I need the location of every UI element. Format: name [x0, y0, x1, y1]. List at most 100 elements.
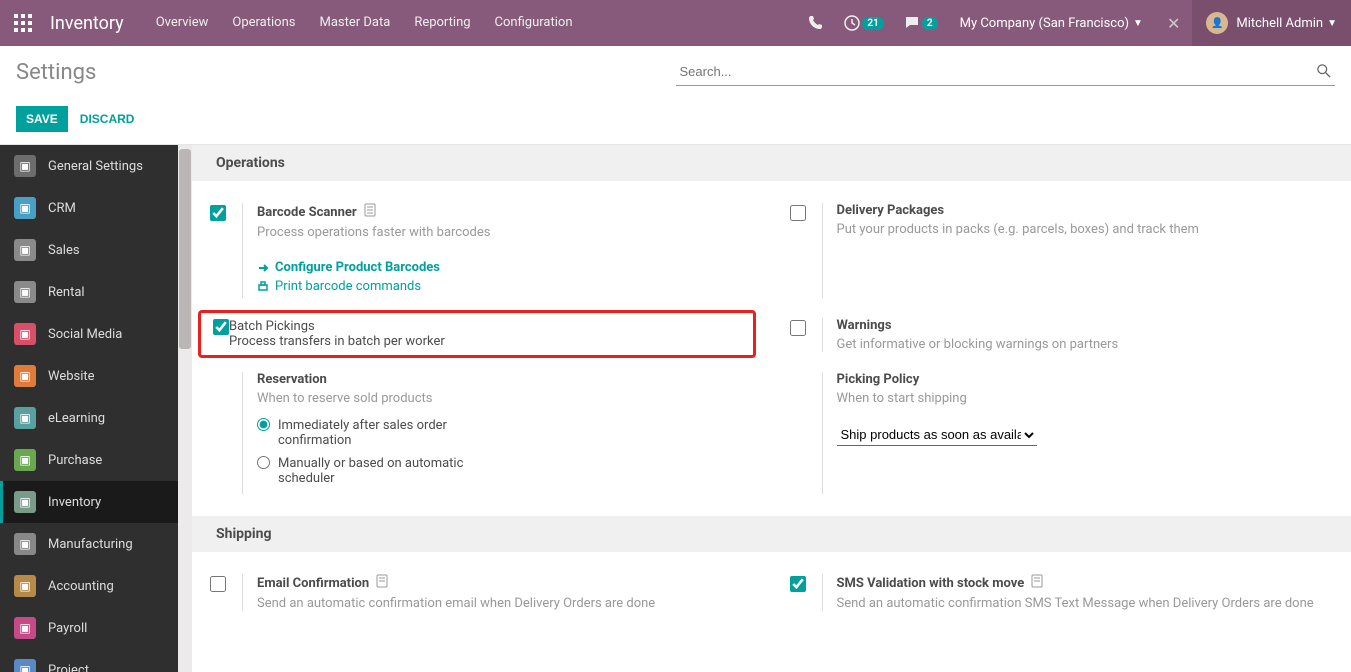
sidebar-item-elearning[interactable]: ▣ eLearning — [0, 397, 178, 439]
avatar: 👤 — [1206, 12, 1228, 34]
close-icon[interactable]: ✕ — [1155, 14, 1192, 33]
sidebar-item-rental[interactable]: ▣ Rental — [0, 271, 178, 313]
nav-master-data[interactable]: Master Data — [307, 0, 402, 46]
doc-icon[interactable] — [363, 203, 377, 221]
subheader: Settings — [0, 46, 1351, 98]
sidebar-item-label: Payroll — [48, 621, 87, 636]
module-icon: ▣ — [14, 491, 36, 513]
setting-batch-pickings-highlighted: Batch Pickings Process transfers in batc… — [198, 310, 756, 358]
app-brand[interactable]: Inventory — [46, 13, 144, 34]
module-icon: ▣ — [14, 449, 36, 471]
sidebar-item-label: CRM — [48, 201, 76, 216]
discard-button[interactable]: DISCARD — [80, 112, 135, 126]
sidebar-item-manufacturing[interactable]: ▣Manufacturing — [0, 523, 178, 565]
phone-icon[interactable] — [798, 15, 834, 31]
sidebar-item-label: Project — [48, 663, 89, 672]
setting-desc: When to reserve sold products — [257, 391, 754, 406]
module-icon: ▣ — [14, 365, 36, 387]
sidebar-item-label: Website — [48, 369, 95, 384]
checkbox-sms-validation[interactable] — [790, 576, 806, 592]
setting-reservation: Reservation When to reserve sold product… — [192, 362, 772, 504]
nav-overview[interactable]: Overview — [144, 0, 221, 46]
company-selector[interactable]: My Company (San Francisco)▼ — [948, 16, 1155, 31]
module-icon: ▣ — [14, 323, 36, 345]
sidebar-item-payroll[interactable]: ▣ Payroll — [0, 607, 178, 649]
setting-warnings: Warnings Get informative or blocking war… — [772, 308, 1351, 362]
user-menu[interactable]: 👤 Mitchell Admin ▼ — [1192, 0, 1351, 46]
setting-title: SMS Validation with stock move — [837, 576, 1025, 591]
sidebar-item-label: Rental — [48, 285, 85, 300]
module-icon: ▣ — [14, 281, 36, 303]
sidebar-item-website[interactable]: ▣ Website — [0, 355, 178, 397]
radio-reservation-manual[interactable] — [257, 456, 270, 469]
setting-picking-policy: Picking Policy When to start shipping Sh… — [772, 362, 1351, 504]
radio-label: Immediately after sales order confirmati… — [278, 418, 487, 448]
radio-reservation-immediate[interactable] — [257, 418, 270, 431]
settings-sidebar: ▣General Settings▣CRM▣Sales▣Rental▣Socia… — [0, 145, 178, 672]
setting-title: Delivery Packages — [837, 203, 1334, 218]
chat-badge: 2 — [922, 17, 938, 30]
search-input[interactable] — [676, 58, 1336, 86]
setting-desc: Send an automatic confirmation email whe… — [257, 596, 754, 611]
company-label: My Company (San Francisco) — [960, 16, 1129, 31]
module-icon: ▣ — [14, 239, 36, 261]
search-icon[interactable] — [1317, 64, 1331, 82]
checkbox-delivery-packages[interactable] — [790, 205, 806, 221]
top-navbar: Inventory Overview Operations Master Dat… — [0, 0, 1351, 46]
nav-operations[interactable]: Operations — [220, 0, 307, 46]
sidebar-item-label: Purchase — [48, 453, 102, 468]
sidebar-item-inventory[interactable]: ▣ Inventory — [0, 481, 178, 523]
nav-reporting[interactable]: Reporting — [402, 0, 482, 46]
sidebar-item-label: Social Media — [48, 327, 122, 342]
setting-title: Warnings — [837, 318, 1334, 333]
setting-barcode-scanner: Barcode Scanner Process operations faste… — [192, 193, 772, 308]
doc-icon[interactable] — [1030, 574, 1044, 592]
setting-email-confirmation: Email Confirmation Send an automatic con… — [192, 564, 772, 621]
module-icon: ▣ — [14, 197, 36, 219]
action-bar: SAVE DISCARD — [0, 98, 1351, 145]
link-configure-barcodes[interactable]: Configure Product Barcodes — [257, 260, 754, 275]
apps-menu-icon[interactable] — [0, 14, 46, 32]
sidebar-item-social-media[interactable]: ▣ Social Media — [0, 313, 178, 355]
setting-title: Email Confirmation — [257, 576, 369, 591]
checkbox-barcode[interactable] — [210, 205, 226, 221]
activity-icon[interactable]: 21 — [834, 15, 893, 31]
sidebar-item-label: Inventory — [48, 495, 101, 510]
checkbox-batch-pickings[interactable] — [213, 319, 229, 335]
sidebar-item-general-settings[interactable]: ▣General Settings — [0, 145, 178, 187]
setting-title: Reservation — [257, 372, 754, 387]
chat-icon[interactable]: 2 — [894, 15, 948, 31]
sidebar-item-purchase[interactable]: ▣ Purchase — [0, 439, 178, 481]
sidebar-item-sales[interactable]: ▣Sales — [0, 229, 178, 271]
scrollbar[interactable] — [178, 145, 192, 672]
module-icon: ▣ — [14, 659, 36, 672]
user-name: Mitchell Admin — [1236, 16, 1323, 31]
sidebar-item-crm[interactable]: ▣ CRM — [0, 187, 178, 229]
setting-delivery-packages: Delivery Packages Put your products in p… — [772, 193, 1351, 308]
setting-title: Batch Pickings — [229, 319, 445, 334]
checkbox-email-confirm[interactable] — [210, 576, 226, 592]
section-header-operations: Operations — [192, 145, 1351, 181]
module-icon: ▣ — [14, 617, 36, 639]
setting-desc: Get informative or blocking warnings on … — [837, 337, 1334, 352]
save-button[interactable]: SAVE — [16, 106, 68, 132]
setting-title: Picking Policy — [837, 372, 1334, 387]
page-title: Settings — [16, 60, 676, 85]
sidebar-item-label: eLearning — [48, 411, 105, 426]
settings-content: Operations Barcode Scanner Process opera… — [192, 145, 1351, 672]
nav-configuration[interactable]: Configuration — [483, 0, 585, 46]
checkbox-warnings[interactable] — [790, 320, 806, 336]
setting-desc: When to start shipping — [837, 391, 1334, 406]
module-icon: ▣ — [14, 407, 36, 429]
setting-sms-validation: SMS Validation with stock move Send an a… — [772, 564, 1351, 621]
setting-desc: Process operations faster with barcodes — [257, 225, 754, 240]
doc-icon[interactable] — [375, 574, 389, 592]
activity-badge: 21 — [862, 17, 883, 30]
sidebar-item-accounting[interactable]: ▣Accounting — [0, 565, 178, 607]
setting-desc: Process transfers in batch per worker — [229, 334, 445, 349]
setting-desc: Send an automatic confirmation SMS Text … — [837, 596, 1334, 611]
module-icon: ▣ — [14, 575, 36, 597]
picking-policy-select[interactable]: Ship products as soon as available — [837, 424, 1037, 446]
link-print-barcode[interactable]: Print barcode commands — [257, 279, 754, 294]
radio-label: Manually or based on automatic scheduler — [278, 456, 487, 486]
